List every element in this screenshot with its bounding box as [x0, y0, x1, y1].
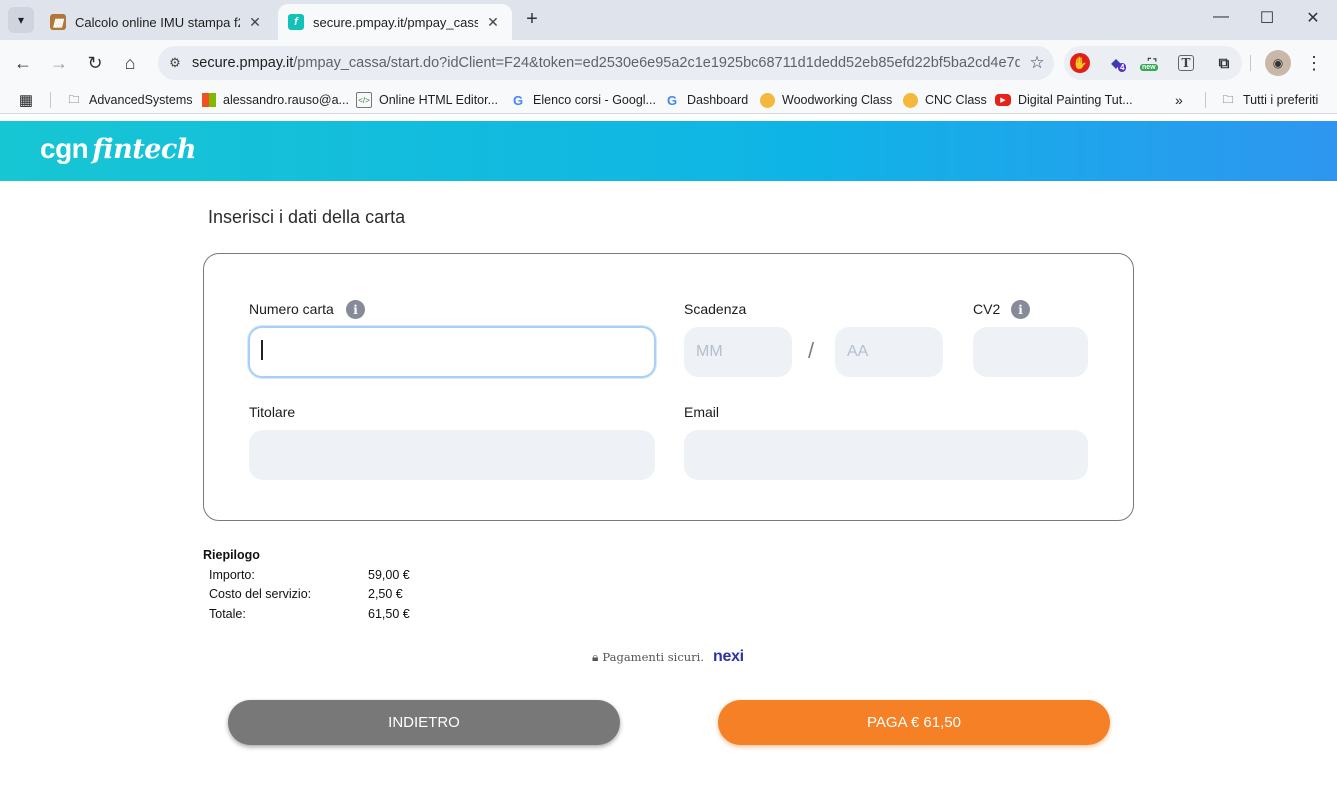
cvv-label: CV2 [973, 301, 1001, 317]
cvv-info-icon[interactable]: i [1011, 300, 1030, 319]
bookmark-divider [1205, 92, 1206, 108]
email-input[interactable] [684, 430, 1088, 480]
summary-title: Riepilogo [203, 548, 260, 562]
back-button[interactable]: INDIETRO [228, 700, 620, 745]
google-icon: G [512, 92, 524, 108]
nexi-logo: nexi [713, 648, 744, 665]
bookmark-divider [50, 92, 51, 108]
youtube-icon: ▶ [995, 94, 1011, 106]
email-label: Email [684, 404, 720, 420]
bookmark-star-icon[interactable]: ☆ [1020, 53, 1054, 73]
card-number-label: Numero carta [249, 301, 334, 317]
url-text[interactable]: secure.pmpay.it/pmpay_cassa/start.do?idC… [192, 55, 1020, 71]
puzzle-extensions-icon[interactable]: ⧉ [1214, 53, 1234, 73]
profile-avatar[interactable]: ◉ [1265, 50, 1291, 76]
holder-label: Titolare [249, 404, 296, 420]
tab-search-button[interactable]: ▾ [8, 7, 34, 33]
cgn-fintech-logo: cgn fintech [40, 133, 197, 165]
lock-icon: 🔒︎ [592, 649, 599, 664]
f-favicon-icon: f [288, 14, 304, 30]
cvv-input[interactable] [973, 327, 1088, 377]
folder-icon: 🗀 [68, 93, 80, 106]
secure-payments-note: 🔒︎ Pagamenti sicuri. nexi [592, 648, 744, 665]
browser-tab-imu[interactable]: ▦ Calcolo online IMU stampa f24 ✕ [40, 4, 274, 40]
expiry-label: Scadenza [684, 301, 747, 317]
bookmark-advancedsystems[interactable]: 🗀 AdvancedSystems [66, 91, 193, 109]
card-number-input[interactable] [248, 326, 656, 378]
face-emoji-icon [903, 92, 918, 108]
grid-favicon-icon: ▦ [50, 14, 66, 30]
site-settings-icon[interactable]: ⚙ [158, 55, 192, 71]
bookmark-digital-painting[interactable]: ▶ Digital Painting Tut... [995, 91, 1133, 109]
tab-title: secure.pmpay.it/pmpay_cassa/s [313, 14, 478, 30]
forward-arrow-icon[interactable]: → [46, 50, 72, 76]
new-tab-icon[interactable]: + [520, 8, 544, 31]
close-window-icon[interactable]: ✕ [1298, 8, 1328, 28]
extensions-group: ✋ ◆ 4 ⛶ new T ⧉ [1064, 46, 1242, 80]
card-number-wrapper [248, 326, 656, 378]
page-title: Inserisci i dati della carta [208, 207, 406, 227]
home-icon[interactable]: ⌂ [117, 50, 143, 76]
expiry-month-input[interactable] [684, 327, 792, 377]
card-form: Numero carta i Scadenza / CV2 i Titolare… [203, 253, 1134, 521]
toolbar-divider [1250, 55, 1251, 71]
close-tab-icon[interactable]: ✕ [246, 14, 264, 31]
browser-tabstrip: ▾ ▦ Calcolo online IMU stampa f24 ✕ f se… [0, 0, 1337, 40]
reload-icon[interactable]: ↻ [82, 50, 108, 76]
code-icon: </> [356, 92, 372, 108]
brand-header: cgn fintech [0, 121, 1337, 181]
browser-tab-pmpay[interactable]: f secure.pmpay.it/pmpay_cassa/s ✕ [278, 4, 512, 40]
expiry-year-input[interactable] [835, 327, 943, 377]
bookmark-cnc[interactable]: CNC Class [903, 91, 987, 109]
maximize-icon[interactable]: ☐ [1252, 8, 1282, 28]
new-badge: new [1140, 64, 1158, 71]
payment-page: cgn fintech Inserisci i dati della carta … [0, 121, 1337, 809]
folder-icon: 🗀 [1222, 93, 1234, 106]
bookmark-html-editor[interactable]: </> Online HTML Editor... [356, 91, 498, 109]
bookmark-email[interactable]: alessandro.rauso@a... [202, 91, 349, 109]
browser-menu-icon[interactable]: ⋮ [1301, 50, 1327, 76]
pay-button[interactable]: PAGA € 61,50 [718, 700, 1110, 745]
text-caret [261, 340, 263, 360]
extension-badge: 4 [1118, 63, 1127, 72]
microsoft-icon [202, 93, 216, 107]
minimize-icon[interactable]: — [1206, 8, 1236, 26]
holder-input[interactable] [249, 430, 655, 480]
google-icon: G [666, 92, 678, 108]
address-bar[interactable]: ⚙ secure.pmpay.it/pmpay_cassa/start.do?i… [158, 46, 1054, 80]
all-bookmarks[interactable]: 🗀 Tutti i preferiti [1220, 91, 1319, 109]
close-tab-icon[interactable]: ✕ [484, 14, 502, 31]
face-emoji-icon [760, 92, 775, 108]
expiry-separator: / [808, 338, 815, 363]
apps-grid-icon[interactable]: ▦ [18, 91, 41, 109]
bookmark-dashboard[interactable]: G Dashboard [664, 91, 748, 109]
bookmarks-overflow-icon[interactable]: » [1175, 91, 1183, 109]
text-extension-icon[interactable]: T [1178, 55, 1194, 71]
tab-title: Calcolo online IMU stampa f24 [75, 14, 240, 30]
screenshot-extension-icon[interactable]: ⛶ new [1140, 53, 1162, 73]
adblock-extension-icon[interactable]: ✋ [1070, 53, 1090, 73]
mortarboard-extension-icon[interactable]: ◆ 4 [1106, 53, 1127, 73]
bookmark-elenco-corsi[interactable]: G Elenco corsi - Googl... [510, 91, 656, 109]
card-number-info-icon[interactable]: i [346, 300, 365, 319]
bookmark-woodworking[interactable]: Woodworking Class [760, 91, 892, 109]
browser-toolbar: ← → ↻ ⌂ ⚙ secure.pmpay.it/pmpay_cassa/st… [0, 40, 1337, 86]
back-arrow-icon[interactable]: ← [10, 50, 36, 76]
bookmarks-bar: ▦ 🗀 AdvancedSystems alessandro.rauso@a..… [0, 86, 1337, 114]
